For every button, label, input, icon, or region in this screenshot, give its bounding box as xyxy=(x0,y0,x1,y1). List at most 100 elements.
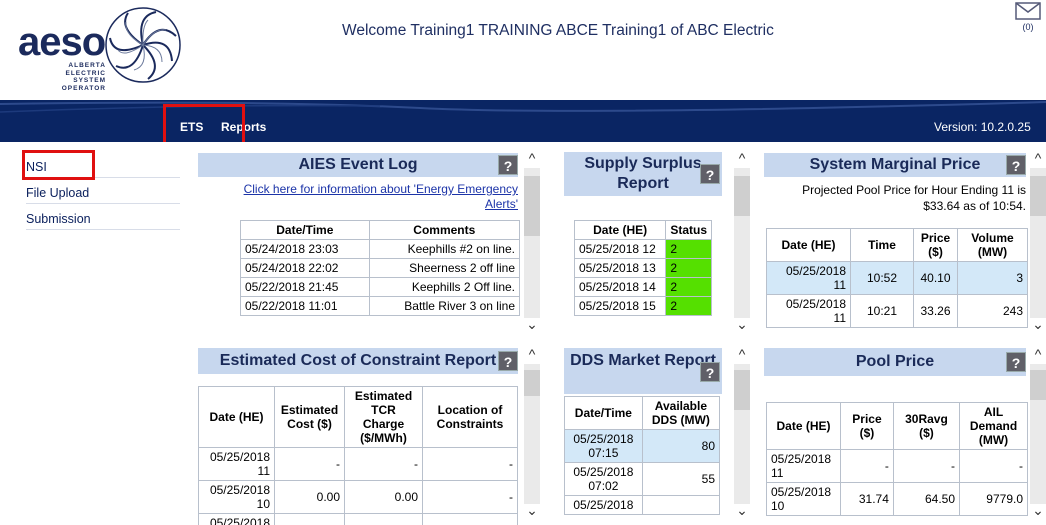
supply-surplus-scroll-down-icon[interactable]: ⌄ xyxy=(734,316,750,333)
col-date-he[interactable]: Date (HE) xyxy=(766,402,841,450)
pool-price-title: Pool Price xyxy=(764,348,1026,376)
widget-system-marginal-price: System Marginal Price ? Projected Pool P… xyxy=(762,150,1046,340)
table-row[interactable]: 05/25/2018 13 2 xyxy=(573,258,712,278)
nsi-highlight-box xyxy=(22,150,95,180)
pool-price-help-button[interactable]: ? xyxy=(1006,352,1026,372)
col-30ravg[interactable]: 30Ravg ($) xyxy=(892,402,961,450)
table-header: Date (HE) Estimated Cost ($) Estimated T… xyxy=(198,386,518,448)
table-row[interactable]: 05/24/2018 23:03 Keephills #2 on line. xyxy=(240,239,521,259)
dds-scroll-down-icon[interactable]: ⌄ xyxy=(734,502,750,519)
sidebar-item-file-upload[interactable]: File Upload xyxy=(26,180,180,204)
event-log-scroll-up-icon[interactable]: ^ xyxy=(524,150,540,166)
col-tcr-charge[interactable]: Estimated TCR Charge ($/MWh) xyxy=(344,386,423,448)
table-header: Date/Time Available DDS (MW) xyxy=(564,396,721,430)
col-date-he[interactable]: Date (HE) xyxy=(198,386,275,448)
col-status[interactable]: Status xyxy=(665,220,712,240)
pool-price-scroll-down-icon[interactable]: ⌄ xyxy=(1030,502,1046,519)
col-time[interactable]: Time xyxy=(850,228,914,262)
table-row[interactable]: 05/22/2018 21:45 Keephills 2 Off line. xyxy=(240,277,521,297)
table-header: Date/Time Comments xyxy=(240,220,521,240)
col-ail-demand[interactable]: AIL Demand (MW) xyxy=(959,402,1028,450)
widget-pool-price: Pool Price ? Date (HE) Price ($) 30Ravg … xyxy=(762,346,1046,525)
table-row[interactable]: 05/25/2018 11 10:52 40.10 3 xyxy=(766,261,1028,295)
constraint-title: Estimated Cost of Constraint Report xyxy=(198,348,518,374)
logo-swirl-icon xyxy=(105,7,181,83)
scrollbar-thumb[interactable] xyxy=(524,370,540,396)
supply-surplus-scroll-up-icon[interactable]: ^ xyxy=(734,150,750,166)
table-row[interactable]: 05/25/2018 10 0.00 0.00- xyxy=(198,480,518,514)
event-log-table: Date/Time Comments 05/24/2018 23:03 Keeph… xyxy=(240,220,521,316)
table-row[interactable]: 05/25/2018 11- - - xyxy=(198,447,518,481)
aeso-logo[interactable]: aeso ALBERTA ELECTRIC SYSTEM OPERATOR xyxy=(14,6,181,98)
widget-event-log: AIES Event Log ? Click here for informat… xyxy=(196,150,541,340)
col-date-he[interactable]: Date (HE) xyxy=(573,220,667,240)
table-row[interactable]: 05/25/2018 12 2 xyxy=(573,239,712,259)
table-row[interactable]: 05/25/2018 xyxy=(564,495,721,515)
constraint-help-button[interactable]: ? xyxy=(498,351,518,371)
mail-button[interactable]: (0) xyxy=(1010,2,1046,32)
pool-price-scroll-up-icon[interactable]: ^ xyxy=(1030,346,1046,362)
pool-price-scrollbar[interactable] xyxy=(1030,364,1046,504)
logo-subtext: ALBERTA ELECTRIC SYSTEM OPERATOR xyxy=(61,62,106,92)
mail-count: (0) xyxy=(1022,22,1034,32)
pool-price-table: Date (HE) Price ($) 30Ravg ($) AIL Deman… xyxy=(766,402,1028,516)
constraint-scroll-down-icon[interactable]: ⌄ xyxy=(524,502,540,519)
table-row[interactable]: 05/25/2018 10 31.74 64.50 9779.0 xyxy=(766,482,1028,516)
smp-scroll-up-icon[interactable]: ^ xyxy=(1030,150,1046,166)
table-row[interactable]: 05/25/2018 11- - - xyxy=(766,449,1028,483)
col-price[interactable]: Price ($) xyxy=(913,228,958,262)
scrollbar-thumb[interactable] xyxy=(734,176,750,216)
smp-help-button[interactable]: ? xyxy=(1006,155,1026,175)
col-location[interactable]: Location of Constraints xyxy=(422,386,518,448)
main-navbar: ETS Reports Version: 10.2.0.25 xyxy=(0,100,1046,142)
col-estimated-cost[interactable]: Estimated Cost ($) xyxy=(274,386,345,448)
supply-surplus-table: Date (HE) Status 05/25/2018 12 2 05/25/20… xyxy=(573,220,712,316)
sidebar-item-submission[interactable]: Submission xyxy=(26,206,180,230)
table-row[interactable]: 05/25/2018 11 10:21 33.26 243 xyxy=(766,294,1028,328)
energy-emergency-alerts-link[interactable]: Click here for information about 'Energy… xyxy=(212,182,518,212)
table-row[interactable]: 05/25/2018 07:02 55 xyxy=(564,462,721,496)
scrollbar-thumb[interactable] xyxy=(1030,370,1046,400)
table-row[interactable]: 05/25/2018 07:15 80 xyxy=(564,429,721,463)
scrollbar-thumb[interactable] xyxy=(1030,176,1046,216)
constraint-scroll-up-icon[interactable]: ^ xyxy=(524,346,540,362)
widget-dds-market: DDS Market Report ? Date/Time Available … xyxy=(562,346,752,525)
col-price[interactable]: Price ($) xyxy=(840,402,894,450)
dds-table: Date/Time Available DDS (MW) 05/25/2018 … xyxy=(564,396,721,515)
constraint-scrollbar[interactable] xyxy=(524,364,540,504)
table-row[interactable]: 05/25/2018 15 2 xyxy=(573,296,712,316)
col-volume[interactable]: Volume (MW) xyxy=(957,228,1028,262)
col-comments[interactable]: Comments xyxy=(368,220,521,240)
dashboard: AIES Event Log ? Click here for informat… xyxy=(186,142,1046,525)
scrollbar-thumb[interactable] xyxy=(524,176,540,236)
scrollbar-thumb[interactable] xyxy=(734,370,750,410)
dds-help-button[interactable]: ? xyxy=(700,362,720,382)
event-log-scrollbar[interactable] xyxy=(524,168,540,318)
sidebar: NSI File Upload Submission xyxy=(0,142,186,525)
supply-surplus-scrollbar[interactable] xyxy=(734,168,750,318)
table-header: Date (HE) Price ($) 30Ravg ($) AIL Deman… xyxy=(766,402,1028,450)
table-row[interactable]: 05/25/2018 xyxy=(198,513,518,525)
col-available-dds[interactable]: Available DDS (MW) xyxy=(641,396,721,430)
dds-scrollbar[interactable] xyxy=(734,364,750,504)
envelope-icon xyxy=(1015,2,1041,20)
smp-scroll-down-icon[interactable]: ⌄ xyxy=(1030,316,1046,333)
version-label: Version: 10.2.0.25 xyxy=(934,120,1031,134)
dds-scroll-up-icon[interactable]: ^ xyxy=(734,346,750,362)
smp-projected-price: Projected Pool Price for Hour Ending 11 … xyxy=(802,183,1026,213)
table-row[interactable]: 05/24/2018 22:02 Sheerness 2 off line xyxy=(240,258,521,278)
smp-scrollbar[interactable] xyxy=(1030,168,1046,318)
constraint-table: Date (HE) Estimated Cost ($) Estimated T… xyxy=(198,386,518,525)
table-row[interactable]: 05/22/2018 11:01 Battle River 3 on line xyxy=(240,296,521,316)
smp-title: System Marginal Price xyxy=(764,153,1026,177)
event-log-scroll-down-icon[interactable]: ⌄ xyxy=(524,316,540,333)
event-log-help-button[interactable]: ? xyxy=(498,155,518,175)
table-row[interactable]: 05/25/2018 14 2 xyxy=(573,277,712,297)
col-date-he[interactable]: Date (HE) xyxy=(766,228,851,262)
dds-title: DDS Market Report xyxy=(564,348,722,394)
supply-surplus-help-button[interactable]: ? xyxy=(700,164,720,184)
col-datetime[interactable]: Date/Time xyxy=(240,220,370,240)
table-header: Date (HE) Time Price ($) Volume (MW) xyxy=(766,228,1028,262)
col-datetime[interactable]: Date/Time xyxy=(564,396,643,430)
welcome-message: Welcome Training1 TRAINING ABCE Training… xyxy=(342,22,774,39)
